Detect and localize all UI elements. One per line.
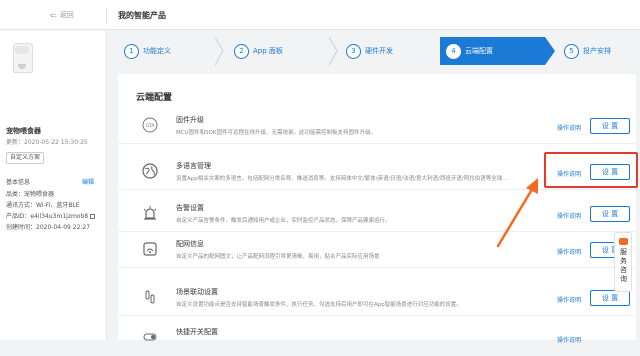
- config-item-firmware: OTA 固件升级 MCU固件和SDK固件可远程在线升级、无需烧录。此功能需控制板…: [118, 108, 636, 144]
- help-link[interactable]: 操作说明: [557, 295, 581, 304]
- step-2[interactable]: 2 App 面板: [228, 37, 333, 65]
- info-category: 品类：宠物喂食器: [6, 191, 55, 198]
- divider: [106, 8, 107, 24]
- info-product-id: 产品ID：e4il34u3m1jzmob8: [6, 211, 96, 220]
- panel-title: 云端配置: [136, 93, 173, 103]
- network-config-icon: [143, 242, 157, 256]
- step-separator-icon: [328, 37, 338, 65]
- annotation-arrow-icon: [496, 178, 538, 248]
- product-thumbnail: [10, 43, 36, 77]
- set-button[interactable]: 设 置: [590, 206, 630, 222]
- set-button[interactable]: 设 置: [590, 118, 630, 134]
- globe-icon: [142, 163, 158, 179]
- updated-time: 更新：2020-05-22 15:30:25: [6, 139, 88, 146]
- page-title: 我的智能产品: [118, 11, 166, 20]
- active-step-arrow-icon: [545, 37, 555, 65]
- product-sidebar: 宠物喂食器 更新：2020-05-22 15:30:25 自定义方案 基本信息 …: [0, 31, 107, 340]
- svg-text:OTA: OTA: [145, 123, 155, 129]
- help-link[interactable]: 操作说明: [557, 123, 581, 132]
- step-3[interactable]: 3 硬件开发: [340, 37, 438, 65]
- ota-icon: OTA: [142, 117, 158, 133]
- config-item-alarm: 告警设置 自定义产品告警条件、触发后通知用户或企业，实时监控产品状态，保障产品健…: [118, 196, 636, 232]
- copy-icon[interactable]: [90, 214, 96, 219]
- config-item-scene: 场景联动设置 自定义设置功能点是否支持智能场景触发条件、执行任务，勾选支持后用户…: [118, 280, 636, 316]
- help-link[interactable]: 操作说明: [557, 247, 581, 256]
- switch-icon: [143, 333, 157, 341]
- edit-link[interactable]: 编辑: [82, 177, 94, 186]
- service-consult-tab[interactable]: 服务咨询: [614, 232, 632, 292]
- info-created: 创建时间：2020-04-09 22:27: [6, 224, 91, 231]
- top-bar: ⇐ 返回 我的智能产品: [0, 0, 640, 30]
- service-label: 服务咨询: [620, 248, 627, 283]
- step-progress: 1 功能定义 2 App 面板 3 硬件开发 4 云端配置 5 投产安排: [118, 37, 638, 65]
- cloud-config-panel: 云端配置 OTA 固件升级 MCU固件和SDK固件可远程在线升级、无需烧录。此功…: [118, 74, 636, 344]
- step-1[interactable]: 1 功能定义: [118, 37, 223, 65]
- set-button[interactable]: 设 置: [590, 290, 630, 306]
- help-link[interactable]: 操作说明: [557, 211, 581, 220]
- alarm-icon: [143, 206, 157, 220]
- chat-icon: [619, 238, 628, 245]
- scene-link-icon: [145, 290, 155, 304]
- back-arrow-icon: ⇐: [50, 10, 57, 20]
- step-5[interactable]: 5 投产安排: [558, 37, 638, 65]
- step-separator-icon: [214, 37, 224, 65]
- info-comm: 通讯方式：Wi-Fi、蓝牙BLE: [6, 202, 80, 209]
- custom-solution-button[interactable]: 自定义方案: [6, 152, 44, 164]
- highlight-box: [544, 152, 638, 188]
- back-label: 返回: [59, 11, 74, 19]
- back-button[interactable]: ⇐ 返回: [50, 10, 74, 20]
- config-item-network: 配网信息 自定义产品的配网图文，让产品配网流程引导更清晰、易用，贴合产品实际应用…: [118, 232, 636, 268]
- product-name: 宠物喂食器: [6, 127, 41, 135]
- config-item-switch: 快捷开关配置 操作说明: [118, 320, 636, 356]
- step-4-active[interactable]: 4 云端配置: [440, 37, 545, 65]
